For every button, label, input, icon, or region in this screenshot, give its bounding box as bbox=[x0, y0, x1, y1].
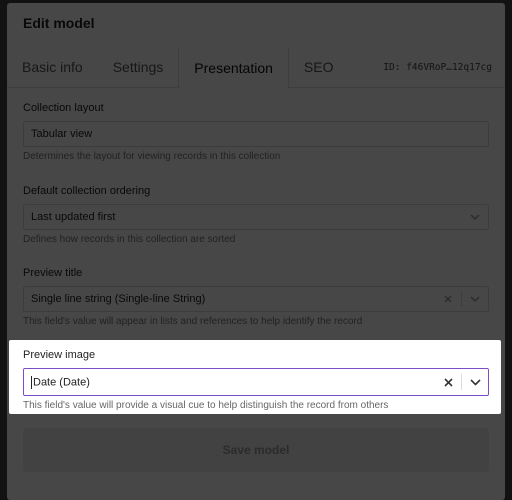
edit-model-dialog: Edit model Basic info Settings Presentat… bbox=[7, 3, 505, 500]
dialog-header: Edit model bbox=[7, 3, 505, 43]
clear-icon[interactable] bbox=[435, 369, 461, 395]
tab-presentation[interactable]: Presentation bbox=[178, 47, 289, 88]
collection-layout-field: Collection layout Tabular view Determine… bbox=[23, 101, 489, 162]
preview-image-field: Preview image Date (Date) This field's v… bbox=[9, 340, 501, 414]
tab-seo[interactable]: SEO bbox=[289, 47, 349, 87]
collection-layout-select[interactable]: Tabular view bbox=[23, 121, 489, 147]
field-hint: This field's value will provide a visual… bbox=[23, 400, 389, 411]
field-label: Default collection ordering bbox=[23, 185, 151, 197]
field-label: Collection layout bbox=[23, 102, 104, 114]
tab-settings[interactable]: Settings bbox=[98, 47, 179, 87]
field-hint: Determines the layout for viewing record… bbox=[23, 151, 281, 162]
chevron-down-icon[interactable] bbox=[462, 287, 488, 311]
select-value: Tabular view bbox=[31, 128, 93, 140]
select-value: Date (Date) bbox=[24, 375, 435, 389]
tab-bar: Basic info Settings Presentation SEO ID:… bbox=[7, 47, 505, 88]
clear-icon[interactable] bbox=[435, 287, 461, 311]
model-id: ID: f46VRoP…12q17cg bbox=[383, 61, 492, 73]
field-hint: Defines how records in this collection a… bbox=[23, 234, 236, 245]
select-value: Last updated first bbox=[31, 211, 116, 223]
preview-title-select[interactable]: Single line string (Single-line String) bbox=[23, 286, 489, 312]
selected-option: Date (Date) bbox=[33, 375, 90, 388]
dialog-title: Edit model bbox=[23, 15, 95, 31]
select-value: Single line string (Single-line String) bbox=[31, 293, 206, 305]
field-label: Preview image bbox=[23, 349, 96, 361]
field-hint: This field's value will appear in lists … bbox=[23, 316, 363, 327]
field-label: Preview title bbox=[23, 267, 83, 279]
preview-image-select[interactable]: Date (Date) bbox=[23, 368, 489, 396]
preview-title-field: Preview title Single line string (Single… bbox=[23, 266, 489, 327]
tab-basic-info[interactable]: Basic info bbox=[7, 47, 98, 87]
chevron-down-icon[interactable] bbox=[462, 369, 488, 395]
default-ordering-select[interactable]: Last updated first bbox=[23, 204, 489, 230]
save-model-button[interactable]: Save model bbox=[23, 428, 489, 472]
default-ordering-field: Default collection ordering Last updated… bbox=[23, 184, 489, 245]
text-caret bbox=[31, 375, 32, 389]
chevron-down-icon[interactable] bbox=[462, 205, 488, 229]
